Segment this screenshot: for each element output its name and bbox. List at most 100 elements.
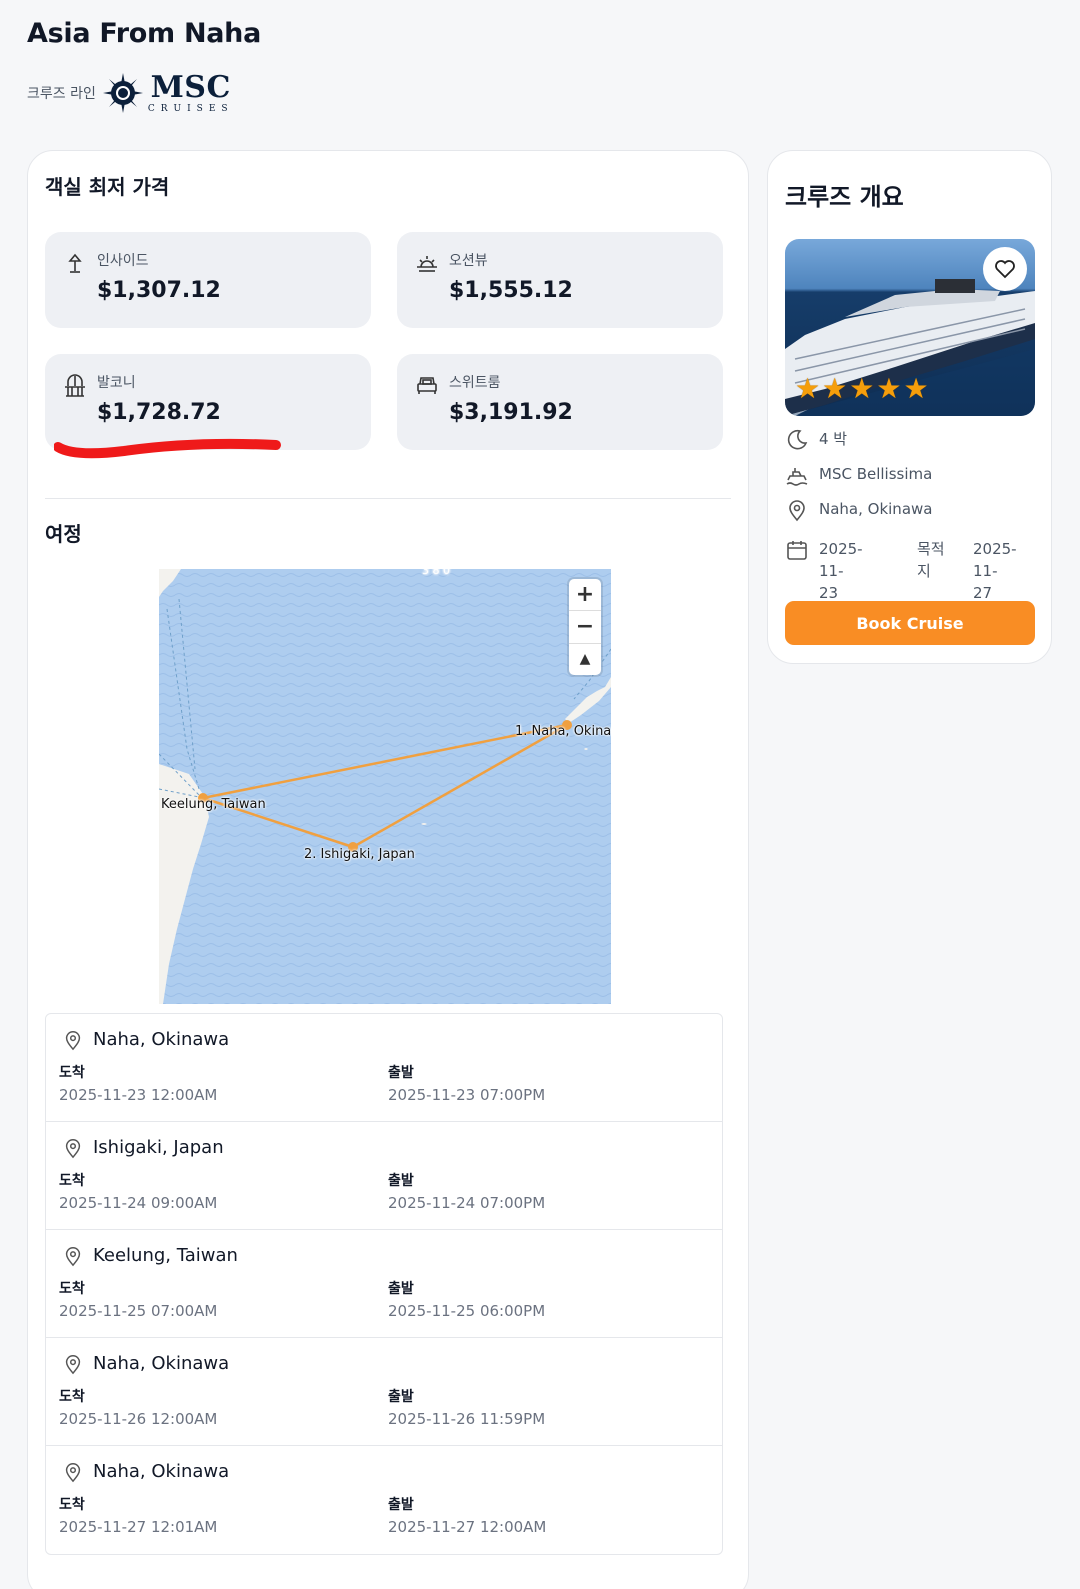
heart-icon <box>995 260 1015 279</box>
map-label-ishigaki: 2. Ishigaki, Japan <box>304 847 415 862</box>
star-icon: ★ <box>876 372 902 405</box>
arrive-time: 2025-11-27 12:01AM <box>59 1518 218 1536</box>
price-tile-oceanview: 오션뷰 $1,555.12 <box>397 232 723 328</box>
stop-name: Naha, Okinawa <box>93 1461 230 1482</box>
location-pin-icon <box>65 1139 81 1159</box>
stop-name: Ishigaki, Japan <box>93 1137 224 1158</box>
start-date: 2025-11- 23 <box>819 540 863 602</box>
price-section-title: 객실 최저 가격 <box>45 175 170 199</box>
msc-sub: CRUISES <box>147 103 234 114</box>
ship-image[interactable]: ★ ★ ★ ★ ★ <box>785 239 1035 416</box>
itinerary-stop: Keelung, Taiwan 도착 출발 2025-11-25 07:00AM 202… <box>46 1230 722 1338</box>
lamp-icon <box>68 253 82 273</box>
depart-time: 2025-11-24 07:00PM <box>388 1194 546 1212</box>
arrive-time: 2025-11-25 07:00AM <box>59 1302 218 1320</box>
section-divider <box>45 498 731 499</box>
depart-label: 출발 <box>388 1389 414 1405</box>
red-underline-annotation <box>54 438 281 459</box>
location-pin-icon <box>65 1463 81 1483</box>
location-pin-icon <box>65 1031 81 1051</box>
route-map[interactable]: 3 8 0 1. Naha, Okinawa Keelung, Taiwan 2… <box>159 569 611 1004</box>
arrive-time: 2025-11-24 09:00AM <box>59 1194 218 1212</box>
location-pin-icon <box>65 1247 81 1267</box>
balcony-icon <box>65 374 85 397</box>
zoom-in-button[interactable]: + <box>569 579 601 612</box>
location-pin-icon <box>789 500 805 522</box>
depart-label: 출발 <box>388 1497 414 1513</box>
map-label-keelung: Keelung, Taiwan <box>161 797 266 812</box>
location-pin-icon <box>65 1355 81 1375</box>
nights-text: 4 박 <box>819 430 848 448</box>
msc-logo: MSC CRUISES <box>102 72 234 114</box>
zoom-out-button[interactable]: − <box>569 611 601 644</box>
price-tile-inside: 인사이드 $1,307.12 <box>45 232 371 328</box>
ship-icon <box>786 468 808 486</box>
main-card: 객실 최저 가격 인사이드 $1,307.12 오션뷰 $1,555.12 발코… <box>27 150 749 1589</box>
itinerary-section-title: 여정 <box>45 522 82 546</box>
star-icon: ★ <box>903 372 929 405</box>
favorite-button[interactable] <box>983 247 1027 291</box>
itinerary-stop: Naha, Okinawa 도착 출발 2025-11-26 12:00AM 2025-… <box>46 1338 722 1446</box>
itinerary-stop: Naha, Okinawa 도착 출발 2025-11-23 12:00AM 2025-… <box>46 1014 722 1122</box>
page-title: Asia From Naha <box>27 18 262 49</box>
depart-label: 출발 <box>388 1281 414 1297</box>
star-icon: ★ <box>849 372 875 405</box>
arrive-label: 도착 <box>59 1281 85 1297</box>
port-name: Naha, Okinawa <box>819 500 933 518</box>
arrive-label: 도착 <box>59 1389 85 1405</box>
ship-name: MSC Bellissima <box>819 465 933 483</box>
depart-time: 2025-11-26 11:59PM <box>388 1410 546 1428</box>
depart-time: 2025-11-23 07:00PM <box>388 1086 546 1104</box>
dates-row: 2025-11- 23 목적 지 2025-11- 27 <box>785 538 1041 604</box>
depart-label: 출발 <box>388 1065 414 1081</box>
msc-word: MSC <box>150 69 231 105</box>
map-label-naha: 1. Naha, Okinawa <box>515 724 611 739</box>
cruise-line: 크루즈 라인 MSC CRUISES <box>27 70 234 116</box>
calendar-icon <box>787 541 807 560</box>
arrive-label: 도착 <box>59 1497 85 1513</box>
stop-name: Naha, Okinawa <box>93 1353 230 1374</box>
compass-reset-button[interactable]: ▲ <box>569 644 601 675</box>
arrive-time: 2025-11-23 12:00AM <box>59 1086 218 1104</box>
depart-time: 2025-11-27 12:00AM <box>388 1518 547 1536</box>
msc-wordmark: MSC CRUISES <box>147 69 234 114</box>
destination-label: 목적 지 <box>917 540 945 580</box>
cruise-line-label: 크루즈 라인 <box>27 86 96 102</box>
sunset-icon <box>417 256 437 272</box>
moon-icon <box>787 429 808 450</box>
price-value: $1,728.72 <box>97 400 221 425</box>
overview-title: 크루즈 개요 <box>785 183 904 211</box>
map-canvas <box>159 569 611 1004</box>
book-cruise-button[interactable]: Book Cruise <box>785 601 1035 645</box>
star-icon: ★ <box>795 372 821 405</box>
price-label: 인사이드 <box>97 253 149 269</box>
arrive-label: 도착 <box>59 1065 85 1081</box>
map-controls: + − ▲ <box>569 579 601 675</box>
ship-row: MSC Bellissima <box>785 463 932 487</box>
star-rating: ★ ★ ★ ★ ★ <box>795 375 929 403</box>
itinerary-stop: Naha, Okinawa 도착 출발 2025-11-27 12:01AM 2025-… <box>46 1446 722 1554</box>
overview-card: 크루즈 개요 ★ ★ ★ ★ ★ 4 박 MSC Bellissima Naha… <box>767 150 1052 664</box>
price-tile-suite: 스위트룸 $3,191.92 <box>397 354 723 450</box>
depart-label: 출발 <box>388 1173 414 1189</box>
itinerary-list: Naha, Okinawa 도착 출발 2025-11-23 12:00AM 2025-… <box>45 1013 723 1555</box>
price-value: $3,191.92 <box>449 400 573 425</box>
star-icon: ★ <box>822 372 848 405</box>
port-row: Naha, Okinawa <box>785 498 932 522</box>
arrive-label: 도착 <box>59 1173 85 1189</box>
nights-row: 4 박 <box>785 428 847 452</box>
itinerary-stop: Ishigaki, Japan 도착 출발 2025-11-24 09:00AM 202… <box>46 1122 722 1230</box>
depart-time: 2025-11-25 06:00PM <box>388 1302 546 1320</box>
price-value: $1,307.12 <box>97 278 221 303</box>
bed-icon <box>417 377 437 394</box>
stop-name: Naha, Okinawa <box>93 1029 230 1050</box>
price-value: $1,555.12 <box>449 278 573 303</box>
price-label: 발코니 <box>97 375 136 391</box>
end-date: 2025-11- 27 <box>973 540 1017 602</box>
price-label: 스위트룸 <box>449 375 501 391</box>
price-label: 오션뷰 <box>449 253 488 269</box>
map-top-label: 3 8 0 <box>422 569 450 577</box>
compass-rose-icon <box>102 73 143 113</box>
stop-name: Keelung, Taiwan <box>93 1245 238 1266</box>
arrive-time: 2025-11-26 12:00AM <box>59 1410 218 1428</box>
